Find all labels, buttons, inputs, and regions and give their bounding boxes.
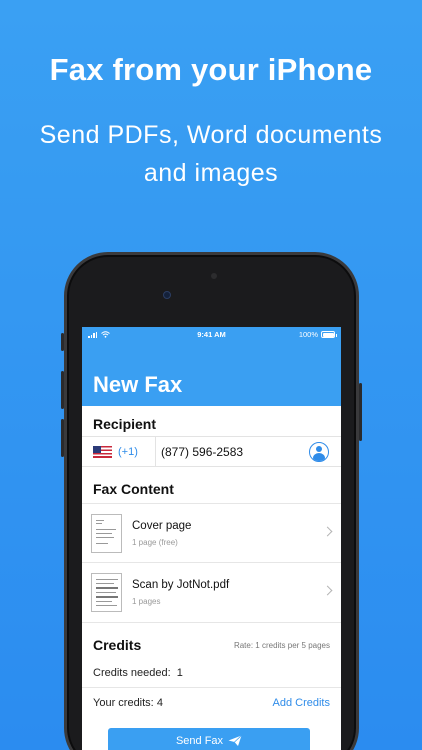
credits-needed-value: 1 xyxy=(176,667,183,679)
status-bar: 9:41 AM 100% xyxy=(82,327,341,342)
your-credits: Your credits: 4 xyxy=(93,697,163,709)
send-fax-button[interactable]: Send Fax xyxy=(108,728,310,750)
credits-needed-row: Credits needed: 1 xyxy=(82,659,341,688)
document-thumbnail-icon xyxy=(91,573,122,612)
status-time: 9:41 AM xyxy=(197,330,226,339)
hero-title: Fax from your iPhone xyxy=(49,52,373,87)
app-screen: 9:41 AM 100% New Fax Recipient (+1) (877… xyxy=(82,327,341,750)
add-credits-link[interactable]: Add Credits xyxy=(273,697,330,709)
recipient-section-title: Recipient xyxy=(93,416,157,432)
volume-up-button xyxy=(61,371,64,409)
us-flag-icon xyxy=(93,445,112,458)
power-button xyxy=(359,383,362,441)
battery-icon xyxy=(321,331,337,338)
nav-title: New Fax xyxy=(82,342,341,406)
phone-frame: 9:41 AM 100% New Fax Recipient (+1) (877… xyxy=(61,252,362,750)
document-meta: 1 pages xyxy=(132,597,161,606)
your-credits-value: 4 xyxy=(156,696,163,709)
mute-switch xyxy=(61,333,64,351)
paper-plane-icon xyxy=(228,735,242,746)
document-info: Cover page 1 page (free) xyxy=(132,520,341,547)
credits-header: Credits Rate: 1 credits per 5 pages xyxy=(82,623,341,659)
document-name: Scan by JotNot.pdf xyxy=(132,579,230,591)
recipient-row: (+1) (877) 596-2583 xyxy=(82,436,341,467)
contact-picker-icon[interactable] xyxy=(309,441,329,462)
credits-needed: Credits needed: 1 xyxy=(93,667,183,679)
send-fax-label: Send Fax xyxy=(175,735,224,747)
list-item-cover-page[interactable]: Cover page 1 page (free) xyxy=(82,503,341,563)
dial-code: (+1) xyxy=(118,445,138,458)
document-name: Cover page xyxy=(132,519,192,532)
your-credits-row: Your credits: 4 Add Credits xyxy=(82,688,341,717)
credits-rate: Rate: 1 credits per 5 pages xyxy=(233,640,330,650)
proximity-sensor xyxy=(211,273,217,279)
front-camera xyxy=(163,291,171,299)
hero-subtitle: Send PDFs, Word documents and images xyxy=(20,116,402,192)
document-meta: 1 page (free) xyxy=(132,537,178,547)
document-thumbnail-icon xyxy=(91,513,122,553)
fax-number-field[interactable]: (877) 596-2583 xyxy=(156,445,309,459)
country-code-picker[interactable]: (+1) xyxy=(82,437,156,466)
hero-subtitle-line-2: and images xyxy=(143,159,279,187)
fax-content-section-title: Fax Content xyxy=(93,481,174,497)
your-credits-label: Your credits: xyxy=(93,696,154,709)
credits-needed-label: Credits needed: xyxy=(93,667,171,679)
document-info: Scan by JotNot.pdf 1 pages xyxy=(132,579,341,606)
hero-subtitle-line-1: Send PDFs, Word documents xyxy=(39,121,383,149)
volume-down-button xyxy=(61,419,64,457)
list-item-scan-pdf[interactable]: Scan by JotNot.pdf 1 pages xyxy=(82,563,341,623)
credits-title: Credits xyxy=(93,637,142,653)
